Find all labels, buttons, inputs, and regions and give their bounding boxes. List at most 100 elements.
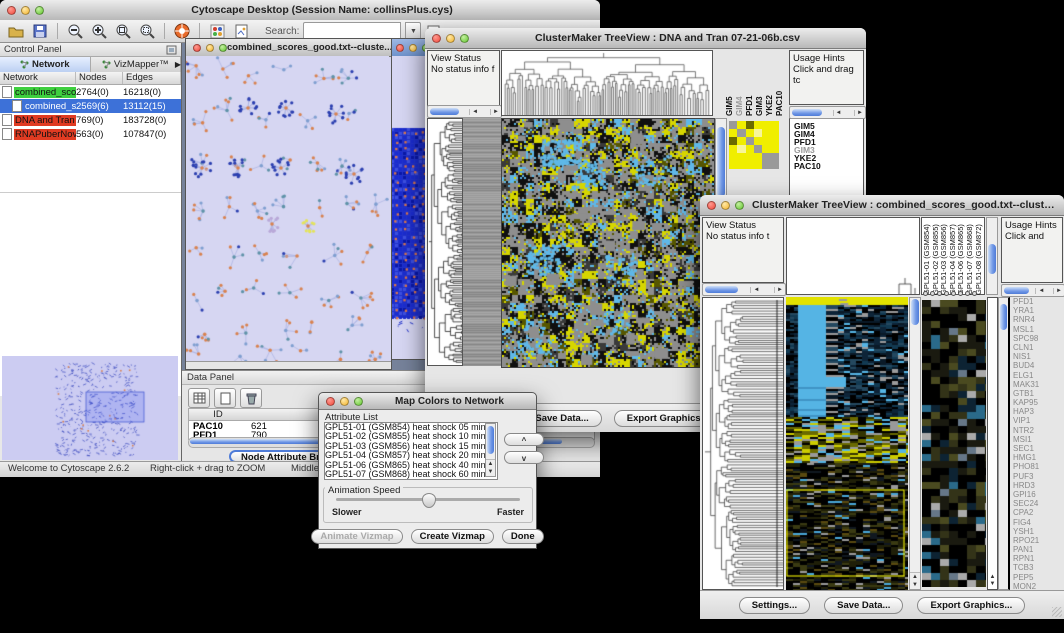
gene-label[interactable]: SPC98 — [1013, 334, 1063, 343]
close-button[interactable] — [326, 397, 335, 406]
float-panel-icon[interactable] — [166, 45, 177, 55]
attribute-list-item[interactable]: GPL51-07 (GSM868) heat shock 60 min — [325, 470, 497, 479]
column-label[interactable]: GPL51-08 (GSM872) — [975, 219, 984, 295]
gene-label[interactable]: MON2 — [1013, 582, 1063, 590]
gene-label[interactable]: NTR2 — [1013, 426, 1063, 435]
gene-label[interactable]: CPA2 — [1013, 508, 1063, 517]
tv2-zoom-scroll-track[interactable]: ▲▼ — [987, 297, 998, 590]
tv2-heatmap-vscrollbar[interactable]: ▲▼ — [909, 297, 921, 590]
dialog-button[interactable]: Create Vizmap — [411, 529, 494, 544]
gene-label[interactable]: RPO21 — [1013, 536, 1063, 545]
gene-label[interactable]: HMG1 — [1013, 453, 1063, 462]
main-title-bar[interactable]: Cytoscape Desktop (Session Name: collins… — [0, 0, 600, 21]
gene-label[interactable]: KAP95 — [1013, 398, 1063, 407]
minimize-button[interactable] — [21, 6, 30, 15]
attribute-table-icon[interactable] — [188, 388, 210, 408]
minimize-button[interactable] — [721, 201, 730, 210]
gene-label[interactable]: MSL1 — [1013, 325, 1063, 334]
gene-label[interactable]: MSI1 — [1013, 435, 1063, 444]
gene-label[interactable]: YSH1 — [1013, 527, 1063, 536]
treeview1-title-bar[interactable]: ClusterMaker TreeView : DNA and Tran 07-… — [425, 28, 866, 49]
gene-label[interactable]: HRD3 — [1013, 481, 1063, 490]
zoom-button[interactable] — [219, 44, 227, 52]
slider-thumb[interactable] — [422, 493, 436, 508]
zoom-button[interactable] — [460, 34, 469, 43]
treeview2-title-bar[interactable]: ClusterMaker TreeView : combined_scores_… — [700, 195, 1064, 216]
zoom-out-button[interactable] — [65, 22, 85, 40]
dialog-title-bar[interactable]: Map Colors to Network — [319, 393, 536, 410]
open-file-button[interactable] — [6, 22, 26, 40]
tv2-hints-scrollbar[interactable]: ◄► — [1001, 284, 1064, 297]
tv1-hints-scrollbar[interactable]: ◄► — [789, 106, 866, 119]
delete-attribute-icon[interactable] — [240, 388, 262, 408]
tv2-collabel-scrollbar[interactable] — [986, 217, 998, 295]
gene-label[interactable]: GPI16 — [1013, 490, 1063, 499]
tv2-column-dendrogram[interactable] — [787, 218, 919, 294]
move-down-button[interactable]: v — [504, 451, 544, 464]
gene-label[interactable]: MAK31 — [1013, 380, 1063, 389]
tv1-status-scrollbar[interactable]: ◄► — [427, 105, 502, 118]
close-button[interactable] — [396, 44, 404, 52]
tv2-gene-scrollbar[interactable] — [998, 297, 1010, 590]
column-label[interactable]: GIM4 — [735, 50, 744, 116]
column-label[interactable]: YKE2 — [765, 50, 774, 116]
network-row[interactable]: combined_sco... 2569(6)13112(15) — [0, 99, 181, 113]
gene-label[interactable]: RPN1 — [1013, 554, 1063, 563]
minimize-button[interactable] — [206, 44, 214, 52]
gene-label[interactable]: HAP3 — [1013, 407, 1063, 416]
close-button[interactable] — [432, 34, 441, 43]
tv2-heatmap[interactable] — [786, 297, 908, 590]
tv2-row-dendrogram[interactable] — [703, 298, 783, 589]
gene-label[interactable]: PEP5 — [1013, 573, 1063, 582]
close-button[interactable] — [193, 44, 201, 52]
gene-label[interactable]: VIP1 — [1013, 416, 1063, 425]
network-canvas[interactable] — [186, 56, 389, 361]
zoom-button[interactable] — [735, 201, 744, 210]
move-up-button[interactable]: ^ — [504, 433, 544, 446]
gene-label[interactable]: PFD1 — [1013, 297, 1063, 306]
speed-slider[interactable] — [336, 498, 520, 501]
gene-label[interactable]: ELG1 — [1013, 371, 1063, 380]
network1-title-bar[interactable]: combined_scores_good.txt--cluste... — [186, 39, 391, 57]
tv2-status-scrollbar[interactable]: ◄► — [702, 283, 786, 296]
gene-label[interactable]: YRA1 — [1013, 306, 1063, 315]
save-button[interactable] — [30, 22, 50, 40]
tv2-zoomed-heatmap[interactable] — [922, 300, 986, 587]
gene-label[interactable]: RNR4 — [1013, 315, 1063, 324]
tv1-column-dendrogram[interactable] — [502, 51, 712, 115]
gene-label[interactable]: PHO81 — [1013, 462, 1063, 471]
attribute-list-scrollbar[interactable]: ▲▼ — [485, 423, 496, 477]
zoom-fit-button[interactable] — [137, 22, 157, 40]
network1-hscrollbar[interactable] — [186, 361, 391, 369]
tv1-row-dendrogram[interactable] — [428, 119, 462, 365]
network-row[interactable]: combined_scores 2764(0)16218(0) — [0, 85, 181, 99]
zoom-button[interactable] — [35, 6, 44, 15]
tv1-heatmap[interactable] — [501, 118, 715, 368]
network-overview-thumbnail[interactable] — [2, 356, 178, 460]
treeview-button[interactable]: Save Data... — [824, 597, 903, 614]
gene-label[interactable]: BUD4 — [1013, 361, 1063, 370]
network-row[interactable]: RNAPuberNov2+... 563(0)107847(0) — [0, 127, 181, 141]
gene-label[interactable]: FIG4 — [1013, 518, 1063, 527]
gene-label[interactable]: GTB1 — [1013, 389, 1063, 398]
network-row[interactable]: DNA and Tran 07... 769(0)183728(0) — [0, 113, 181, 127]
tab-overflow-arrow[interactable]: ▶ — [175, 57, 181, 72]
gene-label[interactable]: CLN1 — [1013, 343, 1063, 352]
dialog-button[interactable]: Animate Vizmap — [311, 529, 402, 544]
gene-label[interactable]: SEC1 — [1013, 444, 1063, 453]
gene-label[interactable]: TCB3 — [1013, 563, 1063, 572]
close-button[interactable] — [707, 201, 716, 210]
column-label[interactable]: PAC10 — [775, 50, 784, 116]
new-attribute-icon[interactable] — [214, 388, 236, 408]
minimize-button[interactable] — [409, 44, 417, 52]
zoom-button[interactable] — [354, 397, 363, 406]
gene-label[interactable]: NIS1 — [1013, 352, 1063, 361]
treeview-button[interactable]: Export Graphics... — [917, 597, 1025, 614]
tv1-mini-matrix[interactable] — [729, 121, 779, 169]
column-label[interactable]: GIM5 — [725, 50, 734, 116]
zoom-selected-button[interactable] — [113, 22, 133, 40]
network-list-header[interactable]: Network Nodes Edges — [0, 72, 181, 85]
tv2-column-buttons[interactable] — [923, 291, 977, 296]
resize-grip[interactable] — [1052, 607, 1062, 617]
column-label[interactable]: GIM3 — [755, 50, 764, 116]
